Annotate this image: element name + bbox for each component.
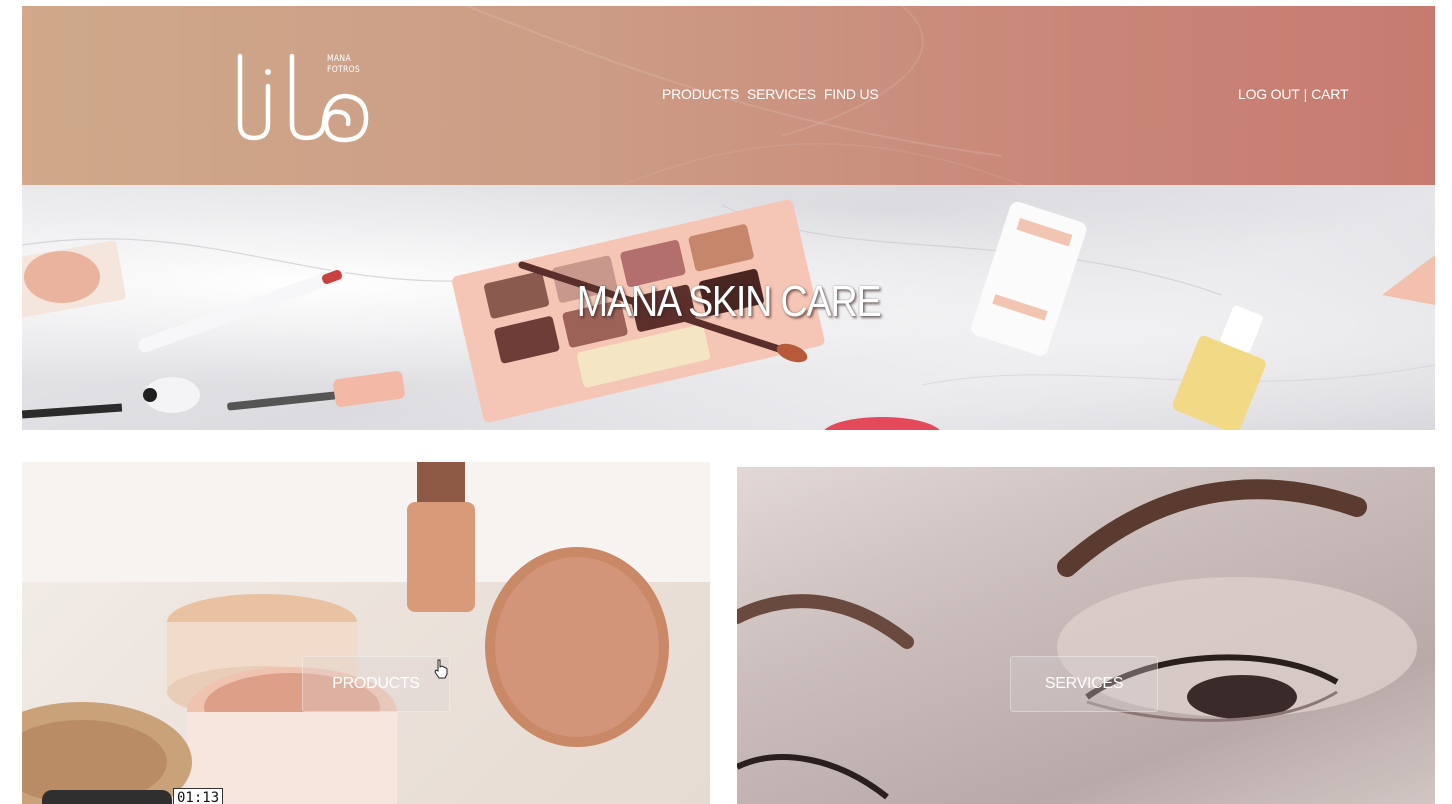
products-card[interactable]: PRODUCTS <box>22 462 710 804</box>
logo[interactable]: MANA FOTROS <box>232 46 372 146</box>
hero-title: MANA SKIN CARE <box>576 277 882 326</box>
video-timestamp: 01:13 <box>173 788 224 804</box>
page: MANA FOTROS PRODUCTS SERVICES FIND US LO… <box>0 0 1452 804</box>
nav-services[interactable]: SERVICES <box>747 86 816 102</box>
pointer-hand-icon <box>434 659 448 679</box>
logo-subtitle-line1: MANA <box>327 54 351 64</box>
services-card[interactable]: SERVICES <box>737 467 1435 804</box>
products-image <box>22 462 710 804</box>
services-image <box>737 479 1417 800</box>
hero-banner: MANA SKIN CARE <box>22 185 1435 430</box>
site-header: MANA FOTROS PRODUCTS SERVICES FIND US LO… <box>22 6 1435 185</box>
nav-products[interactable]: PRODUCTS <box>662 86 739 102</box>
nav-find-us[interactable]: FIND US <box>824 86 879 102</box>
main-nav: PRODUCTS SERVICES FIND US <box>662 86 879 102</box>
video-progress-pill[interactable] <box>42 790 172 804</box>
auth-separator: | <box>1303 86 1308 102</box>
cart-link[interactable]: CART <box>1311 86 1348 102</box>
services-button[interactable]: SERVICES <box>1010 656 1158 712</box>
account-links: LOG OUT | CART <box>1238 86 1349 102</box>
logout-link[interactable]: LOG OUT <box>1238 86 1300 102</box>
products-button[interactable]: PRODUCTS <box>302 656 450 712</box>
logo-subtitle: MANA FOTROS <box>327 54 360 76</box>
logo-subtitle-line2: FOTROS <box>327 65 361 75</box>
